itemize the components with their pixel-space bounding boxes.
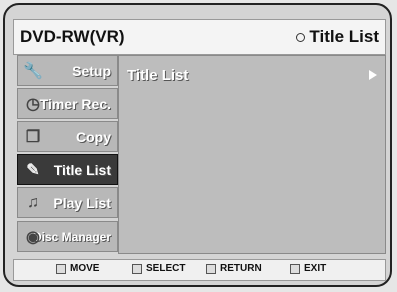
osd-frame: DVD-RW(VR) Title List 🔧 Setup ◷ Timer Re… (3, 3, 392, 287)
return-key-icon (206, 263, 216, 274)
right-arrow-icon (369, 70, 377, 80)
move-key-icon (56, 263, 66, 274)
sidebar-item-label: Setup (72, 62, 111, 79)
header-bar: DVD-RW(VR) Title List (13, 19, 386, 55)
sidebar-item-timer-rec[interactable]: ◷ Timer Rec. (17, 88, 118, 119)
disc-icon: ◉ (26, 229, 40, 246)
screen-title: Title List (296, 27, 379, 47)
select-hint: SELECT (132, 263, 185, 274)
wrench-icon: 🔧 (23, 63, 43, 80)
sidebar-item-label: Play List (53, 194, 111, 211)
sidebar-item-title-list[interactable]: ✎ Title List (17, 154, 118, 185)
content-panel: Title List (118, 55, 386, 254)
music-note-icon: ♫ (27, 194, 39, 211)
clock-icon: ◷ (26, 96, 40, 113)
ring-icon (296, 32, 306, 42)
exit-key-icon (290, 263, 300, 274)
return-label: RETURN (220, 263, 262, 274)
select-key-icon (132, 263, 142, 274)
sidebar-item-label: Copy (76, 128, 111, 145)
move-label: MOVE (70, 263, 100, 274)
return-hint: RETURN (206, 263, 262, 274)
title-list-row[interactable]: Title List (127, 65, 377, 85)
exit-label: EXIT (304, 263, 327, 274)
sidebar-item-disc-manager[interactable]: ◉ Disc Manager (17, 221, 118, 252)
sidebar-item-label: Disc Manager (32, 229, 111, 244)
pencil-icon: ✎ (26, 162, 40, 179)
move-hint: MOVE (56, 263, 99, 274)
disc-mode-label: DVD-RW(VR) (20, 27, 125, 46)
sidebar-menu: 🔧 Setup ◷ Timer Rec. ❐ Copy ✎ Title List… (17, 55, 118, 254)
button-guide: MOVE SELECT RETURN EXIT (13, 259, 386, 281)
title-list-row-label: Title List (127, 66, 189, 84)
sidebar-item-play-list[interactable]: ♫ Play List (17, 187, 118, 218)
screen-title-text: Title List (309, 27, 379, 46)
sidebar-item-setup[interactable]: 🔧 Setup (17, 55, 118, 86)
sidebar-item-label: Title List (53, 161, 111, 178)
select-label: SELECT (146, 263, 186, 274)
copy-icon: ❐ (25, 129, 41, 146)
sidebar-item-copy[interactable]: ❐ Copy (17, 121, 118, 152)
sidebar-item-label: Timer Rec. (39, 95, 111, 112)
exit-hint: EXIT (290, 263, 326, 274)
